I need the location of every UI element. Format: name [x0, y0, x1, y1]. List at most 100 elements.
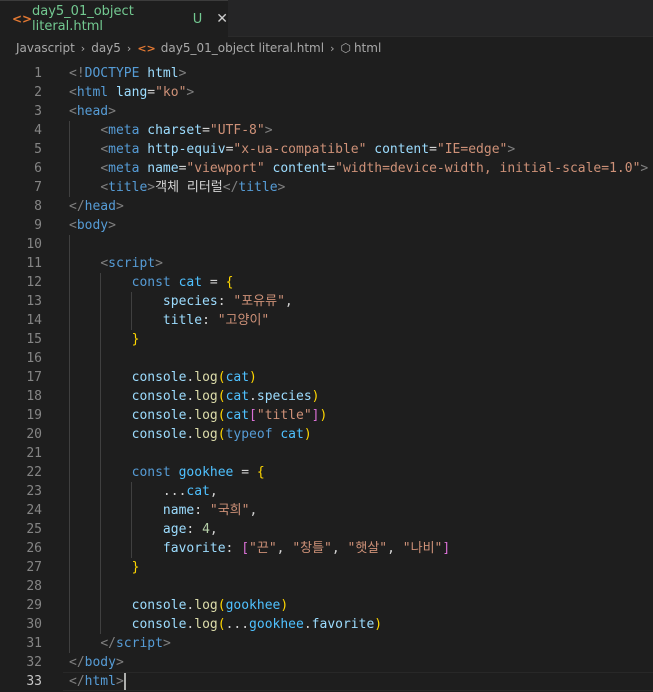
editor-tab[interactable]: <> day5_01_object literal.html U ✕ — [0, 0, 228, 37]
indent-guide — [100, 577, 101, 596]
code-line[interactable]: 1 <!DOCTYPE html> — [0, 64, 653, 83]
line-number: 19 — [26, 408, 42, 423]
close-icon[interactable]: ✕ — [216, 11, 228, 27]
tab-bar: <> day5_01_object literal.html U ✕ — [0, 0, 653, 37]
code-token: = — [327, 161, 336, 176]
line-number: 23 — [26, 484, 42, 499]
line-number: 11 — [26, 256, 42, 271]
code-text: console.log(cat) — [69, 368, 257, 387]
code-line[interactable]: 25 age: 4, — [0, 520, 653, 539]
code-line[interactable]: 27 } — [0, 558, 653, 577]
code-token: gookhee — [225, 598, 281, 613]
code-line[interactable]: 29 console.log(gookhee) — [0, 596, 653, 615]
line-number: 20 — [26, 427, 42, 442]
code-token: http-equiv — [147, 142, 226, 157]
code-line[interactable]: 12 const cat = { — [0, 273, 653, 292]
code-text: console.log(typeof cat) — [69, 425, 312, 444]
code-line[interactable]: 10 — [0, 235, 653, 254]
breadcrumb-item-subfolder[interactable]: day5 — [91, 41, 121, 55]
code-text: </head> — [69, 197, 124, 216]
code-token: content — [272, 161, 328, 176]
line-number: 22 — [26, 465, 42, 480]
code-token: 4 — [202, 522, 210, 537]
code-line[interactable]: 19 console.log(cat["title"]) — [0, 406, 653, 425]
code-token: "IE=edge" — [436, 142, 508, 157]
code-line[interactable]: 17 console.log(cat) — [0, 368, 653, 387]
code-line[interactable]: 5 <meta http-equiv = "x-ua-compatible" con… — [0, 140, 653, 159]
code-token: console — [131, 598, 187, 613]
code-line[interactable]: 14 title: "고양이" — [0, 311, 653, 330]
code-token: title — [238, 180, 278, 195]
code-line[interactable]: 3 <head> — [0, 102, 653, 121]
code-token: console — [131, 408, 187, 423]
breadcrumb-item-file[interactable]: day5_01_object literal.html — [161, 41, 324, 55]
code-line[interactable]: 6 <meta name="viewport" content="width=d… — [0, 159, 653, 178]
code-token: name — [147, 161, 179, 176]
code-line[interactable]: 32 </body> — [0, 653, 653, 672]
code-token: html — [147, 66, 179, 81]
code-line[interactable]: 7 <title>객체 리터럴</title> — [0, 178, 653, 197]
code-line[interactable]: 13 species: "포유류", — [0, 292, 653, 311]
code-token: DOCTYPE — [84, 66, 140, 81]
line-number: 5 — [34, 142, 42, 157]
indent-guide — [69, 577, 70, 596]
code-token: ( — [217, 389, 226, 404]
breadcrumb-item-folder[interactable]: Javascript — [16, 41, 75, 55]
code-line[interactable]: 21 — [0, 444, 653, 463]
code-token: = — [202, 275, 226, 290]
code-token: : — [217, 294, 234, 309]
code-text: } — [69, 330, 140, 349]
code-token: ) — [303, 427, 312, 442]
line-number: 16 — [26, 351, 42, 366]
code-line[interactable]: 28 — [0, 577, 653, 596]
code-line[interactable]: 31 </script> — [0, 634, 653, 653]
code-line[interactable]: 15 } — [0, 330, 653, 349]
code-token: name — [162, 503, 195, 518]
code-line[interactable]: 9 <body> — [0, 216, 653, 235]
code-token: log — [194, 617, 218, 632]
code-token: > — [108, 218, 116, 233]
code-line[interactable]: 24 name: "국희", — [0, 501, 653, 520]
code-token: = — [147, 85, 156, 100]
code-line[interactable]: 2 <html lang="ko"> — [0, 83, 653, 102]
code-text: console.log(cat.species) — [69, 387, 320, 406]
code-line[interactable]: 30 console.log(...gookhee.favorite) — [0, 615, 653, 634]
code-token: > — [108, 104, 116, 119]
code-line[interactable]: 4 <meta charset="UTF-8"> — [0, 121, 653, 140]
code-text: <!DOCTYPE html> — [69, 64, 186, 83]
code-token: ( — [217, 370, 226, 385]
line-number: 31 — [26, 636, 42, 651]
code-token: < — [100, 161, 109, 176]
chevron-right-icon: › — [330, 41, 335, 55]
code-line[interactable]: 11 <script> — [0, 254, 653, 273]
code-line[interactable]: 18 console.log(cat.species) — [0, 387, 653, 406]
code-text: const cat = { — [69, 273, 234, 292]
code-token: < — [69, 218, 77, 233]
code-token: favorite — [311, 617, 375, 632]
code-token: script — [108, 256, 156, 271]
code-token: "창틀" — [292, 541, 332, 556]
code-editor[interactable]: 1 <!DOCTYPE html> 2 <html lang="ko"> 3 <head>… — [0, 64, 653, 691]
code-line[interactable]: 26 favorite: ["끈", "창틀", "햇살", "나비"] — [0, 539, 653, 558]
code-line[interactable]: 16 — [0, 349, 653, 368]
code-line[interactable]: 22 const gookhee = { — [0, 463, 653, 482]
code-text: <meta charset="UTF-8"> — [69, 121, 272, 140]
code-line[interactable]: 23 ...cat, — [0, 482, 653, 501]
breadcrumb-item-symbol[interactable]: html — [354, 41, 381, 55]
code-text: <head> — [69, 102, 116, 121]
code-token: ) — [280, 598, 289, 613]
line-number: 32 — [26, 655, 42, 670]
code-line[interactable]: 8 </head> — [0, 197, 653, 216]
chevron-right-icon: › — [126, 41, 132, 55]
code-line[interactable]: 33 </html> — [0, 672, 653, 691]
code-line[interactable]: 20 console.log(typeof cat) — [0, 425, 653, 444]
code-token: < — [100, 142, 109, 157]
